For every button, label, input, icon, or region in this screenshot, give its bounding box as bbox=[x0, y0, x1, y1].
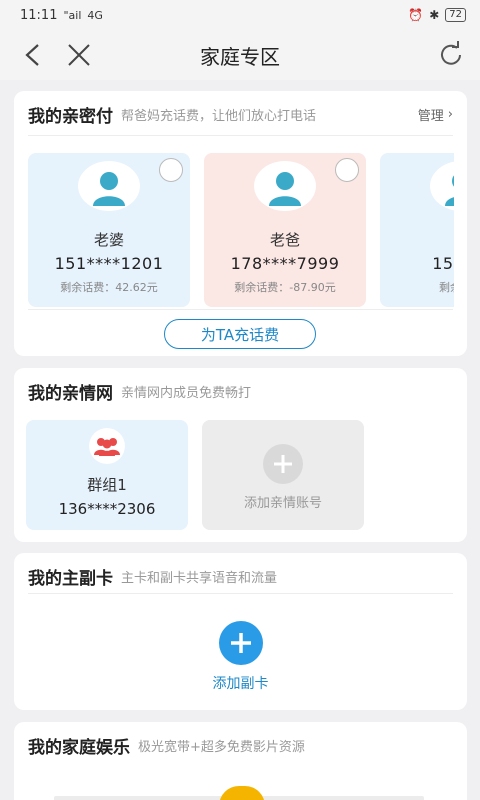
avatar bbox=[254, 161, 316, 211]
signal-text: "ail bbox=[63, 8, 82, 22]
member-name: 老婆 bbox=[93, 231, 124, 249]
member-name: 老 bbox=[380, 229, 454, 250]
card-title: 我的主副卡 bbox=[28, 568, 113, 589]
member-balance: 剩余话费 bbox=[439, 281, 454, 294]
bluetooth-icon: ✱ bbox=[429, 8, 440, 22]
page-title: 家庭专区 bbox=[200, 44, 280, 69]
member-balance: 剩余话费：42.62元 bbox=[60, 281, 158, 294]
alarm-icon: ⏰ bbox=[408, 8, 424, 22]
add-family-account-button[interactable]: 添加亲情账号 bbox=[202, 420, 364, 530]
member-phone: 150*** bbox=[432, 254, 454, 273]
card-subtitle: 帮爸妈充话费，让他们放心打电话 bbox=[121, 108, 317, 124]
entertainment-header: 我的家庭娱乐 极光宽带+超多免费影片资源 bbox=[28, 732, 453, 758]
network-label: 4G bbox=[87, 8, 103, 22]
status-bar: 11:11 "ail 4G ⏰ ✱ 72 bbox=[0, 0, 480, 30]
group-card[interactable]: 群组1 136****2306 bbox=[26, 420, 188, 530]
member-phone: 178****7999 bbox=[230, 254, 340, 273]
card-subtitle: 极光宽带+超多免费影片资源 bbox=[138, 739, 305, 755]
main-sub-header: 我的主副卡 主卡和副卡共享语音和流量 bbox=[28, 563, 453, 589]
group-phone: 136****2306 bbox=[58, 500, 156, 518]
manage-link[interactable]: 管理 › bbox=[418, 105, 453, 124]
entertainment-card: 我的家庭娱乐 极光宽带+超多免费影片资源 bbox=[14, 722, 467, 800]
family-pay-card: 我的亲密付 帮爸妈充话费，让他们放心打电话 管理 › 老婆 151****120… bbox=[14, 91, 467, 356]
entertainment-icon bbox=[219, 786, 265, 800]
divider bbox=[28, 309, 453, 310]
plus-icon bbox=[263, 444, 303, 484]
divider bbox=[28, 593, 453, 594]
manage-label: 管理 bbox=[417, 108, 444, 124]
chevron-right-icon: › bbox=[447, 106, 453, 122]
title-bar: 家庭专区 bbox=[0, 30, 480, 80]
add-family-label: 添加亲情账号 bbox=[243, 496, 322, 511]
member-card-dad[interactable]: 老爸 178****7999 剩余话费：-87.90元 bbox=[204, 153, 366, 307]
divider bbox=[28, 135, 453, 136]
member-phone: 151****1201 bbox=[54, 254, 164, 273]
card-title: 我的亲情网 bbox=[28, 383, 113, 404]
family-net-card: 我的亲情网 亲情网内成员免费畅打 群组1 136****2306 添加亲情账号 bbox=[14, 368, 467, 542]
status-time: 11:11 bbox=[20, 7, 58, 23]
plus-icon[interactable] bbox=[218, 621, 263, 665]
topup-button[interactable]: 为TA充话费 bbox=[164, 319, 316, 349]
group-name: 群组1 bbox=[87, 476, 127, 494]
select-radio[interactable] bbox=[335, 158, 359, 182]
battery-indicator: 72 bbox=[445, 8, 466, 22]
card-subtitle: 主卡和副卡共享语音和流量 bbox=[121, 570, 278, 586]
member-list: 老婆 151****1201 剩余话费：42.62元 老爸 178****799… bbox=[28, 153, 454, 309]
add-sub-card-button[interactable]: 添加副卡 bbox=[14, 673, 467, 693]
avatar bbox=[430, 161, 454, 211]
card-title: 我的亲密付 bbox=[28, 106, 113, 127]
group-icon bbox=[89, 428, 125, 464]
main-sub-card: 我的主副卡 主卡和副卡共享语音和流量 添加副卡 bbox=[14, 553, 467, 710]
avatar bbox=[78, 161, 140, 211]
family-pay-header: 我的亲密付 帮爸妈充话费，让他们放心打电话 管理 › bbox=[28, 101, 453, 127]
close-icon[interactable] bbox=[64, 40, 94, 70]
select-radio[interactable] bbox=[159, 158, 183, 182]
family-net-header: 我的亲情网 亲情网内成员免费畅打 bbox=[28, 378, 453, 404]
member-name: 老爸 bbox=[269, 231, 300, 249]
member-card-partial[interactable]: 老 150*** 剩余话费 bbox=[380, 153, 454, 307]
refresh-icon[interactable] bbox=[436, 40, 466, 70]
member-balance: 剩余话费：-87.90元 bbox=[234, 281, 336, 294]
member-card-wife[interactable]: 老婆 151****1201 剩余话费：42.62元 bbox=[28, 153, 190, 307]
card-title: 我的家庭娱乐 bbox=[28, 737, 130, 758]
card-subtitle: 亲情网内成员免费畅打 bbox=[121, 385, 252, 401]
back-icon[interactable] bbox=[18, 40, 48, 70]
